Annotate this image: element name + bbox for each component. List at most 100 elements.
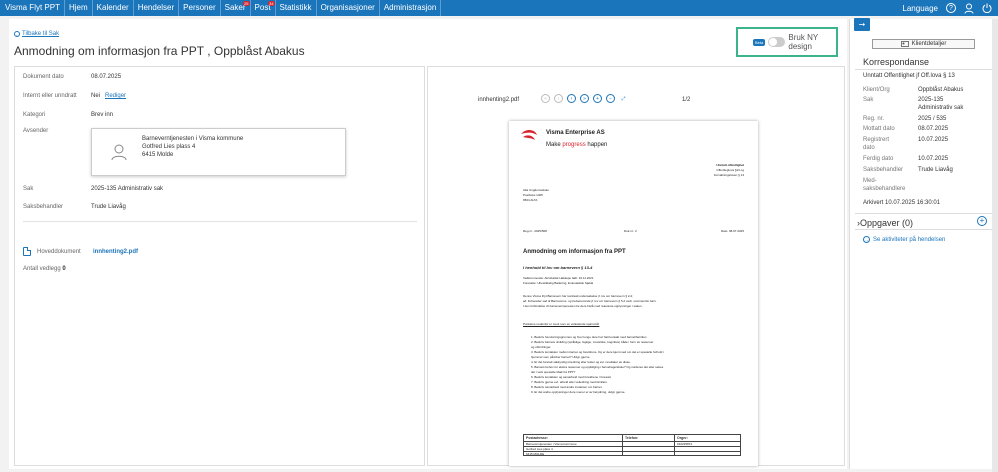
user-icon[interactable] bbox=[964, 3, 974, 14]
doc-list-8: det i verk spesielle tiltak fra PPT? bbox=[531, 370, 576, 374]
doc-law2: Forvaltningsloven § 13 bbox=[713, 173, 744, 177]
zoom-in-icon[interactable]: + bbox=[593, 94, 602, 103]
doc-subheading: I henhold til lov om barnevern § 13-4 bbox=[523, 265, 593, 270]
avsender-card[interactable]: Barneverntjenesten i Visma kommune Gotfr… bbox=[91, 128, 346, 176]
korrespondanse-panel: Klientdetaljer Korrespondanse Unntatt Of… bbox=[849, 19, 998, 469]
value-kategori: Brev inn bbox=[91, 112, 114, 118]
doc-slogan-c: happen bbox=[585, 142, 608, 148]
row-internt: Internt eller unndratt Nei Rediger bbox=[23, 93, 126, 99]
doc-ref1: Reg.nr.: 2025/508 bbox=[523, 229, 547, 233]
tbl-h2: Telefon: bbox=[625, 436, 639, 440]
row-kategori: Kategori Brev inn bbox=[23, 112, 113, 118]
nav-hjem[interactable]: Hjem bbox=[65, 0, 93, 16]
person-icon bbox=[111, 144, 127, 161]
nav-saker[interactable]: Saker 25 bbox=[221, 0, 251, 16]
nav-kalender[interactable]: Kalender bbox=[93, 0, 134, 16]
language-menu[interactable]: Language bbox=[902, 4, 938, 13]
collapse-panel-icon[interactable]: ➞ bbox=[854, 18, 870, 31]
doc-heading: Anmodning om informasjon fra PPT bbox=[523, 249, 626, 255]
oppgaver-toggle[interactable]: ›Oppgaver (0) bbox=[857, 218, 913, 228]
label-dokument-dato: Dokument dato bbox=[23, 74, 64, 80]
row-vedlegg: Antall vedlegg 0 bbox=[23, 266, 66, 272]
new-design-switch[interactable] bbox=[768, 37, 786, 47]
value-saksbehandler: Trude Liavåg bbox=[91, 204, 126, 210]
kv-registrert: Registrert 10.07.2025 bbox=[863, 137, 948, 144]
nav-personer[interactable]: Personer bbox=[179, 0, 221, 16]
tbl-row-divider-3 bbox=[524, 451, 740, 452]
kv-regnr: Reg. nr. 2025 / 535 bbox=[863, 116, 946, 123]
prev-page-icon[interactable]: ‹ bbox=[554, 94, 563, 103]
oppgaver-label: Oppgaver (0) bbox=[860, 218, 914, 228]
nav-statistikk[interactable]: Statistikk bbox=[276, 0, 317, 16]
k-registrert-2: dato bbox=[863, 145, 875, 151]
back-link[interactable]: ← Tilbake til Sak bbox=[14, 31, 59, 37]
kv-sak-2: Administrativ sak bbox=[863, 105, 963, 112]
zoom-out-icon[interactable]: − bbox=[606, 94, 615, 103]
nav-post[interactable]: Post 34 bbox=[251, 0, 276, 16]
new-design-toggle-box: Beta Bruk NY design bbox=[736, 27, 838, 57]
nav-brand[interactable]: Visma Flyt PPT bbox=[0, 0, 65, 16]
kv-sak: Sak 2025-135 bbox=[863, 97, 943, 104]
doc-p2: Foresatte: Ubestikkelig Badering, Entusi… bbox=[523, 281, 594, 285]
v-mottatt: 08.07.2025 bbox=[918, 126, 949, 132]
pdf-page: Visma Enterprise AS Make progress happen… bbox=[509, 121, 758, 466]
kv-med: Med- bbox=[863, 178, 918, 184]
arkivert-text: Arkivert 10.07.2025 16:30:01 bbox=[863, 200, 941, 206]
nav-hendelser[interactable]: Hendelser bbox=[134, 0, 180, 16]
v-sak: 2025-135 bbox=[918, 97, 944, 103]
k-med: Med- bbox=[863, 178, 877, 184]
nav-administrasjon[interactable]: Administrasjon bbox=[380, 0, 442, 16]
row-dokument-dato: Dokument dato 08.07.2025 bbox=[23, 74, 121, 80]
doc-slogan-a: Make bbox=[546, 142, 563, 148]
post-badge: 34 bbox=[268, 1, 275, 6]
row-hoveddokument: Hoveddokument innhenting2.pdf bbox=[23, 247, 138, 256]
label-vedlegg: Antall vedlegg bbox=[23, 266, 61, 272]
fullscreen-icon[interactable]: ⤢ bbox=[619, 94, 628, 103]
value-dokument-dato: 08.07.2025 bbox=[91, 74, 122, 80]
panel-divider-2 bbox=[855, 213, 995, 214]
kv-mottatt: Mottatt dato 08.07.2025 bbox=[863, 126, 948, 133]
kv-med-2: saksbehandlere bbox=[863, 186, 918, 192]
nav-organisasjoner[interactable]: Organisasjoner bbox=[317, 0, 380, 16]
aktiviteter-link[interactable]: → Se aktiviteter på hendelsen bbox=[863, 236, 945, 243]
doc-addr3: 9504 ALTA bbox=[523, 198, 538, 202]
scrollbar[interactable] bbox=[992, 19, 998, 472]
page-title: Anmodning om informasjon fra PPT , Oppbl… bbox=[14, 44, 305, 58]
help-icon[interactable]: ? bbox=[946, 3, 956, 13]
doc-list-2: 2. Beskriv barnets utvikling (språklige,… bbox=[531, 340, 654, 344]
doc-list-11: 8. Beskriv samarbeid med andre instanser… bbox=[531, 385, 603, 389]
doc-ref3: Dato: 08.07.2025 bbox=[720, 229, 744, 233]
doc-p4: alt. forbereder sak til Barneverns- og h… bbox=[523, 299, 657, 303]
doc-list-3: og utfordringer. bbox=[531, 345, 552, 349]
tbl-h3: Orgnr: bbox=[677, 436, 688, 440]
hoveddokument-link[interactable]: innhenting2.pdf bbox=[93, 249, 138, 255]
document-details: Dokument dato 08.07.2025 Internt eller u… bbox=[14, 66, 425, 466]
k-regnr: Reg. nr. bbox=[863, 116, 885, 122]
doc-list-5: hjemmet som påvirker barnet? Utdyp gjern… bbox=[531, 355, 591, 359]
value-internt: Nei bbox=[91, 93, 101, 99]
first-page-icon[interactable]: « bbox=[541, 94, 550, 103]
tbl-r3: 6415 MOLDE bbox=[526, 452, 545, 456]
back-link-label: Tilbake til Sak bbox=[22, 31, 60, 37]
tbl-r1: Barneverntjenesten i Visma kommune bbox=[526, 442, 577, 446]
k-registrert: Registrert bbox=[863, 137, 890, 143]
logout-icon[interactable] bbox=[982, 3, 992, 13]
doc-unntatt: Unntatt offentlighet bbox=[716, 163, 744, 167]
avsender-line-3: 6415 Molde bbox=[142, 152, 174, 158]
tbl-r1c3: 910225874 bbox=[677, 442, 693, 446]
doc-ref2: Dok.nr.: 2 bbox=[624, 229, 637, 233]
add-oppgave-icon[interactable]: + bbox=[977, 216, 987, 226]
rediger-link[interactable]: Rediger bbox=[105, 93, 126, 99]
k-med-2: saksbehandlere bbox=[863, 186, 906, 192]
klientdetaljer-button[interactable]: Klientdetaljer bbox=[872, 39, 975, 49]
last-page-icon[interactable]: » bbox=[580, 94, 589, 103]
k-mottatt: Mottatt dato bbox=[863, 126, 895, 132]
label-kategori: Kategori bbox=[23, 112, 46, 118]
k-sak: Sak bbox=[863, 97, 874, 103]
next-page-icon[interactable]: › bbox=[567, 94, 576, 103]
doc-p6: Punktene nedenfor er ment som en veilede… bbox=[523, 322, 600, 326]
new-design-label: Bruk NY design bbox=[788, 33, 819, 51]
kv-klient: Klient/Org Oppblåst Abakus bbox=[863, 87, 963, 94]
doc-p1: Vedkommende: Akrobatisk Hakkspe født: 16… bbox=[523, 276, 594, 280]
v-ferdig: 10.07.2025 bbox=[918, 156, 949, 162]
